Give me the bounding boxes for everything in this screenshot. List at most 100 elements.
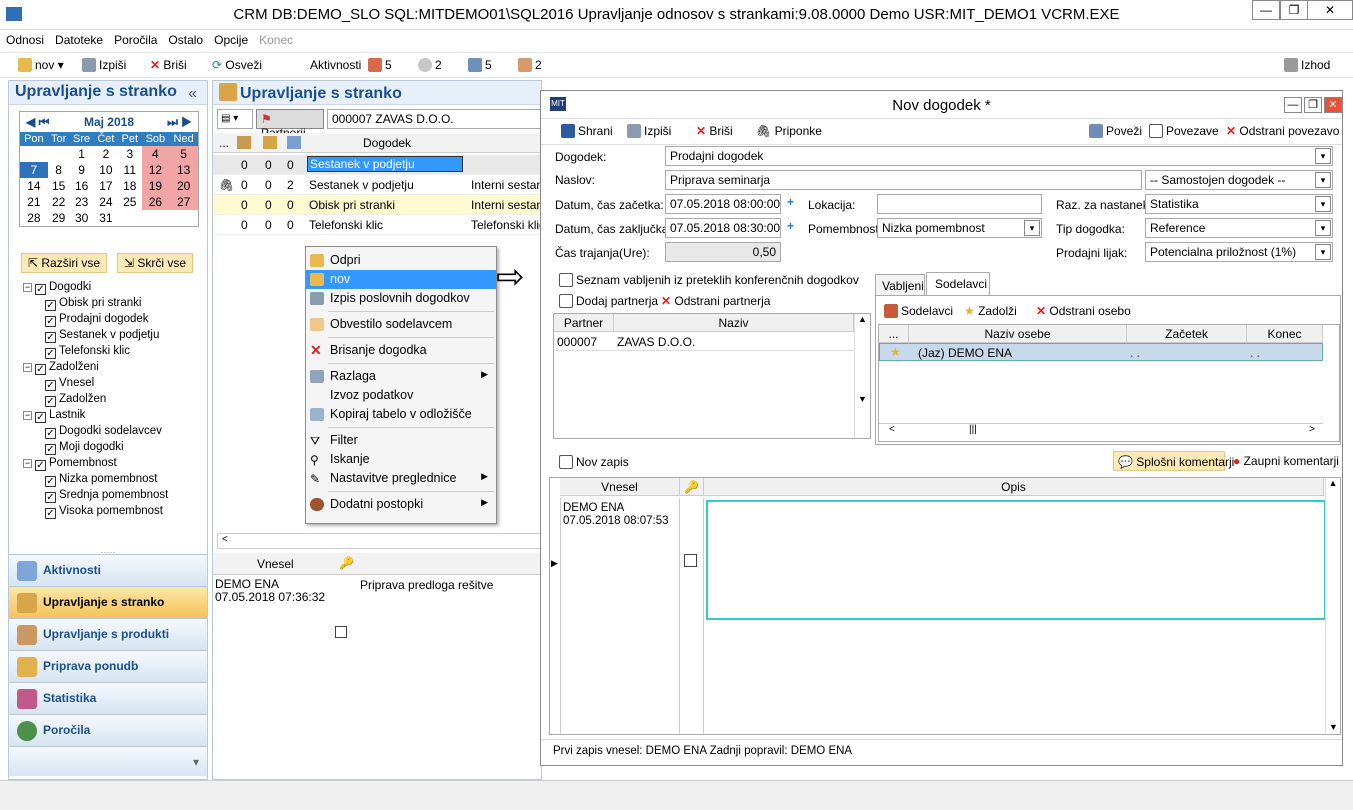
save-button[interactable]: Shrani bbox=[561, 124, 613, 138]
nav-upravljanje-s-stranko[interactable]: Upravljanje s stranko bbox=[9, 586, 207, 618]
minimize-button[interactable]: — bbox=[1252, 0, 1280, 20]
calendar-month[interactable]: Maj 2018 bbox=[84, 115, 134, 129]
add-partner-button[interactable]: Dodaj partnerja bbox=[559, 294, 658, 308]
tab-colleagues[interactable]: Sodelavci bbox=[926, 272, 990, 296]
assign-button[interactable]: ★ Zadolži bbox=[964, 304, 1017, 318]
menu-grid-settings[interactable]: ✎ Nastavitve preglednice ▶ bbox=[306, 469, 496, 488]
links-button[interactable]: Povezave bbox=[1149, 124, 1219, 138]
title-input[interactable]: Priprava seminarja bbox=[665, 170, 1142, 190]
col-event[interactable]: Dogodek bbox=[363, 136, 411, 150]
collapse-node-icon[interactable]: − bbox=[23, 283, 32, 292]
dialog-delete-button[interactable]: ✕ Briši bbox=[696, 124, 733, 138]
refresh-button[interactable]: ⟳ Osveži bbox=[212, 58, 262, 72]
tree-item[interactable]: ✓ Vnesel bbox=[23, 375, 168, 391]
nav-more[interactable]: ▾ bbox=[9, 746, 207, 776]
table-row[interactable]: 0 0 0 Telefonski klic Telefonski klic bbox=[213, 215, 545, 235]
col-partner[interactable]: Partner bbox=[554, 314, 614, 332]
standalone-select[interactable]: -- Samostojen dogodek -- ▾ bbox=[1145, 170, 1333, 190]
next-month-button[interactable]: ⏭ ▶ bbox=[167, 112, 192, 132]
menu-open[interactable]: Odpri bbox=[306, 251, 496, 270]
link-button[interactable]: Poveži bbox=[1089, 124, 1142, 138]
menu-notify-colleagues[interactable]: Obvestilo sodelavcem bbox=[306, 315, 496, 334]
private-comments-button[interactable]: ● Zaupni komentarji bbox=[1233, 454, 1339, 468]
remove-person-button[interactable]: ✕ Odstrani osebo bbox=[1036, 304, 1131, 318]
col-person-name[interactable]: Naziv osebe bbox=[909, 325, 1127, 343]
checkbox[interactable]: ✓ bbox=[45, 428, 56, 439]
menu-print-events[interactable]: Izpis poslovnih dogodkov bbox=[306, 289, 496, 308]
nav-aktivnosti[interactable]: Aktivnosti bbox=[9, 554, 207, 586]
checkbox[interactable]: ✓ bbox=[35, 284, 46, 295]
checkbox[interactable]: ✓ bbox=[45, 348, 56, 359]
menu-ostalo[interactable]: Ostalo bbox=[162, 30, 208, 47]
tasks-counter[interactable]: 5 bbox=[368, 58, 392, 72]
menu-search[interactable]: ⚲ Iskanje bbox=[306, 450, 496, 469]
new-button[interactable]: nov ▾ bbox=[18, 58, 64, 72]
tree-group[interactable]: − ✓ Lastnik bbox=[23, 407, 168, 423]
menu-opcije[interactable]: Opcije bbox=[208, 30, 253, 47]
funnel-select[interactable]: Potencialna priložnost (1%) ▾ bbox=[1145, 242, 1333, 262]
delete-button[interactable]: ✕ Briši bbox=[150, 58, 187, 72]
prev-month-button[interactable]: ◀ ⏮ bbox=[26, 112, 49, 132]
collapse-node-icon[interactable]: − bbox=[23, 459, 32, 468]
private-checkbox[interactable] bbox=[335, 626, 347, 638]
checkbox[interactable]: ✓ bbox=[45, 444, 56, 455]
dialog-close-button[interactable]: ✕ bbox=[1324, 97, 1342, 113]
table-row[interactable]: 🖇 0 0 2 Sestanek v podjetju Interni sestane bbox=[213, 175, 550, 195]
menu-filter[interactable]: ⛛ Filter bbox=[306, 431, 496, 450]
tree-item[interactable]: ✓ Dogodki sodelavcev bbox=[23, 423, 168, 439]
tree-item[interactable]: ✓ Moji dogodki bbox=[23, 439, 168, 455]
table-row[interactable]: 000007 ZAVAS D.O.O. bbox=[554, 334, 854, 351]
vertical-scrollbar[interactable]: ▲ ▼ bbox=[854, 314, 870, 438]
nav-upravljanje-s-produkti[interactable]: Upravljanje s produkti bbox=[9, 618, 207, 650]
menu-delete-event[interactable]: ✕ Brisanje dogodka bbox=[306, 341, 496, 360]
dialog-print-button[interactable]: Izpiši bbox=[627, 124, 671, 138]
menu-export[interactable]: Izvoz podatkov bbox=[306, 386, 496, 405]
priority-select[interactable]: Nizka pomembnost ▾ bbox=[877, 218, 1042, 238]
tree-item[interactable]: ✓ Visoka pomembnost bbox=[23, 503, 168, 519]
checkbox[interactable]: ✓ bbox=[45, 380, 56, 391]
reason-select[interactable]: Statistika ▾ bbox=[1145, 194, 1333, 214]
nav-porocila[interactable]: Poročila bbox=[9, 714, 207, 746]
end-add-icon[interactable]: + bbox=[787, 219, 794, 233]
col-name[interactable]: Naziv bbox=[614, 314, 854, 332]
menu-datoteke[interactable]: Datoteke bbox=[49, 30, 108, 47]
event-select[interactable]: Prodajni dogodek ▾ bbox=[665, 146, 1333, 166]
unlink-button[interactable]: ✕ Odstrani povezavo bbox=[1226, 124, 1339, 138]
checkbox[interactable]: ✓ bbox=[45, 476, 56, 487]
checkbox[interactable]: ✓ bbox=[45, 332, 56, 343]
checkbox[interactable]: ✓ bbox=[35, 412, 46, 423]
collapse-node-icon[interactable]: − bbox=[23, 411, 32, 420]
tree-item[interactable]: ✓ Zadolžen bbox=[23, 391, 168, 407]
checkbox[interactable]: ✓ bbox=[45, 396, 56, 407]
tab-invited[interactable]: Vabljeni bbox=[875, 274, 925, 296]
end-datetime-input[interactable]: 07.05.2018 08:30:00 bbox=[665, 218, 781, 238]
tree-item[interactable]: ✓ Prodajni dogodek bbox=[23, 311, 168, 327]
table-row[interactable]: ★ (Jaz) DEMO ENA. .. . bbox=[879, 343, 1323, 361]
collapse-all-button[interactable]: ⇲ Skrči vse bbox=[117, 253, 194, 273]
tree-item[interactable]: ✓ Telefonski klic bbox=[23, 343, 168, 359]
tree-group[interactable]: − ✓ Zadolženi bbox=[23, 359, 168, 375]
table-row[interactable]: 0 0 0 Obisk pri stranki Interni sestane bbox=[213, 195, 550, 215]
collapse-node-icon[interactable]: − bbox=[23, 363, 32, 372]
horizontal-scrollbar[interactable]: < bbox=[217, 533, 541, 549]
tree-item[interactable]: ✓ Srednja pomembnost bbox=[23, 487, 168, 503]
remove-partner-button[interactable]: ✕ Odstrani partnerja bbox=[661, 294, 770, 308]
conference-list-button[interactable]: Seznam vabljenih iz preteklih konferenčn… bbox=[559, 273, 859, 287]
colleagues-button[interactable]: Sodelavci bbox=[884, 304, 953, 318]
messages-counter[interactable]: 5 bbox=[468, 58, 492, 72]
vertical-scrollbar[interactable]: ▲ ▼ bbox=[1325, 478, 1340, 734]
view-dropdown[interactable]: ▤ ▾ bbox=[217, 109, 253, 129]
col-end[interactable]: Konec bbox=[1247, 325, 1323, 343]
horizontal-scrollbar[interactable]: < ||| > bbox=[879, 423, 1323, 439]
exit-button[interactable]: Izhod bbox=[1284, 58, 1330, 72]
nav-priprava-ponudb[interactable]: Priprava ponudb bbox=[9, 650, 207, 682]
checkbox[interactable]: ✓ bbox=[35, 364, 46, 375]
close-button[interactable]: ✕ bbox=[1307, 0, 1353, 20]
private-checkbox[interactable] bbox=[684, 554, 697, 567]
tree-item[interactable]: ✓ Obisk pri stranki bbox=[23, 295, 168, 311]
checkbox[interactable]: ✓ bbox=[45, 300, 56, 311]
calendar-today[interactable]: 7 bbox=[20, 162, 48, 178]
general-comments-button[interactable]: 💬 Splošni komentarji bbox=[1113, 451, 1234, 471]
checkbox[interactable]: ✓ bbox=[35, 460, 46, 471]
table-row[interactable]: 0 0 0 Sestanek v podjetju bbox=[213, 155, 541, 175]
